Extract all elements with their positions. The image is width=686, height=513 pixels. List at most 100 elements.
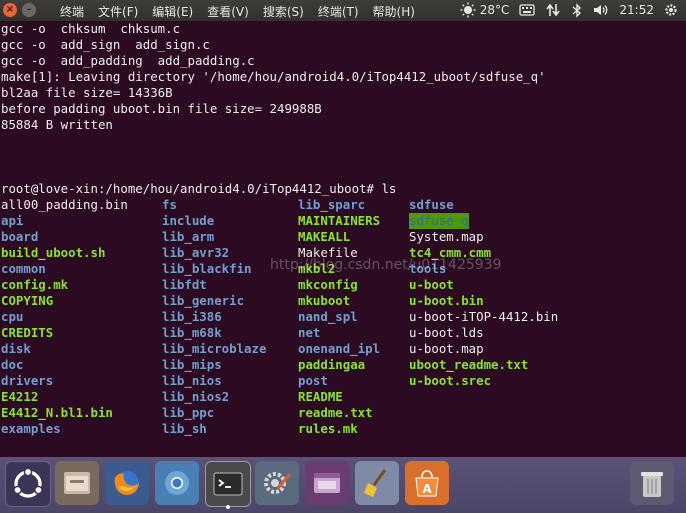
dock-system-settings-button[interactable] xyxy=(255,461,299,505)
ls-entry: lib_microblaze xyxy=(162,341,267,356)
menu-search[interactable]: 搜索(S) xyxy=(263,3,304,20)
menu-view[interactable]: 查看(V) xyxy=(207,3,249,20)
dock-ubuntu-button[interactable] xyxy=(5,461,51,507)
terminal-line: gcc -o add_sign add_sign.c xyxy=(1,37,210,52)
session-indicator[interactable] xyxy=(664,3,678,17)
ls-entry: config.mk xyxy=(1,277,69,292)
ls-entry: readme.txt xyxy=(298,405,373,420)
weather-sun-icon xyxy=(460,2,476,18)
keyboard-indicator[interactable] xyxy=(519,3,536,17)
ls-entry: board xyxy=(1,229,39,244)
ls-entry: E4212 xyxy=(1,389,39,404)
keyboard-icon xyxy=(519,4,536,16)
ls-entry: nand_spl xyxy=(298,309,358,324)
svg-text:A: A xyxy=(422,482,432,496)
terminal-line: 85884 B written xyxy=(1,117,113,132)
bluetooth-icon xyxy=(572,2,582,18)
ls-entry: mkuboot xyxy=(298,293,351,308)
launcher-dock: A xyxy=(0,457,686,513)
ls-entry: examples xyxy=(1,421,61,436)
terminal-line: bl2aa file size= 14336B xyxy=(1,85,173,100)
volume-icon xyxy=(594,5,608,15)
ls-entry: all00_padding.bin xyxy=(1,197,128,212)
ls-entry: sdfuse xyxy=(409,197,454,212)
ls-entry: sdfuse_q xyxy=(409,213,469,229)
power-gear-icon xyxy=(665,4,677,16)
terminal-line: gcc -o add_padding add_padding.c xyxy=(1,53,255,68)
ls-entry: uboot_readme.txt xyxy=(409,357,529,372)
dock-terminal-button[interactable] xyxy=(205,461,251,509)
window-controls: × – xyxy=(3,3,36,17)
menu-file[interactable]: 文件(F) xyxy=(98,3,138,20)
ls-entry: E4412_N.bl1.bin xyxy=(1,405,113,420)
chromium-icon xyxy=(165,471,189,495)
ls-entry: drivers xyxy=(1,373,54,388)
ls-entry: lib_nios xyxy=(162,373,222,388)
bluetooth-indicator[interactable] xyxy=(571,2,583,18)
ls-entry: lib_nios2 xyxy=(162,389,230,404)
dock-file-manager-button[interactable] xyxy=(55,461,99,505)
file-manager-icon xyxy=(64,472,90,494)
ls-entry: MAKEALL xyxy=(298,229,351,244)
menu-terminal[interactable]: 终端(T) xyxy=(318,3,359,20)
ls-entry: lib_sparc xyxy=(298,197,366,212)
weather-indicator[interactable]: 28°C xyxy=(459,2,510,18)
workspace-switcher-icon xyxy=(314,473,340,493)
ls-entry: lib_mips xyxy=(162,357,222,372)
ls-entry: lib_m68k xyxy=(162,325,222,340)
ls-entry: post xyxy=(298,373,328,388)
dock-workspace-switcher-button[interactable] xyxy=(305,461,349,505)
ls-entry: build_uboot.sh xyxy=(1,245,106,260)
ls-entry: CREDITS xyxy=(1,325,54,340)
dock-software-center-button[interactable]: A xyxy=(405,461,449,505)
ls-entry: COPYING xyxy=(1,293,54,308)
ls-entry: paddingaa xyxy=(298,357,366,372)
firefox-icon xyxy=(114,471,139,495)
menu-help[interactable]: 帮助(H) xyxy=(373,3,415,20)
ls-entry: lib_ppc xyxy=(162,405,215,420)
ls-entry: rules.mk xyxy=(298,421,358,436)
ls-entry: disk xyxy=(1,341,31,356)
system-settings-icon xyxy=(264,472,292,494)
bleachbit-icon xyxy=(364,469,387,497)
ls-entry: mkconfig xyxy=(298,277,358,292)
ls-entry: lib_sh xyxy=(162,421,207,436)
clock[interactable]: 21:52 xyxy=(619,3,654,17)
ls-entry: lib_avr32 xyxy=(162,245,230,260)
sound-indicator[interactable] xyxy=(593,3,609,17)
temperature-text: 28°C xyxy=(479,3,510,17)
ls-entry: u-boot.srec xyxy=(409,373,492,388)
network-indicator[interactable] xyxy=(545,3,561,17)
ls-entry: libfdt xyxy=(162,277,207,292)
ls-entry: MAINTAINERS xyxy=(298,213,381,228)
dock-firefox-button[interactable] xyxy=(105,461,149,505)
ls-entry: fs xyxy=(162,197,177,212)
ls-entry: README xyxy=(298,389,343,404)
top-menu-bar: × – 终端 文件(F) 编辑(E) 查看(V) 搜索(S) 终端(T) 帮助(… xyxy=(0,0,686,21)
ls-entry: lib_i386 xyxy=(162,309,222,324)
minimize-button[interactable]: – xyxy=(22,3,36,17)
terminal-line: make[1]: Leaving directory '/home/hou/an… xyxy=(1,69,546,84)
dock-trash-button[interactable] xyxy=(630,461,674,505)
terminal-window[interactable]: gcc -o chksum chksum.c gcc -o add_sign a… xyxy=(0,21,686,457)
terminal-line: before padding uboot.bin file size= 2499… xyxy=(1,101,322,116)
active-app-indicator xyxy=(226,505,230,509)
dock-chromium-button[interactable] xyxy=(155,461,199,505)
ls-entry: lib_blackfin xyxy=(162,261,252,276)
ls-entry: u-boot xyxy=(409,277,454,292)
ls-entry: u-boot-iTOP-4412.bin xyxy=(409,309,559,324)
terminal-icon xyxy=(213,472,243,496)
ls-entry: lib_generic xyxy=(162,293,245,308)
ls-entry: u-boot.map xyxy=(409,341,484,356)
menu-edit[interactable]: 编辑(E) xyxy=(152,3,193,20)
ls-entry: include xyxy=(162,213,215,228)
ls-entry: lib_arm xyxy=(162,229,215,244)
menu-app-name[interactable]: 终端 xyxy=(60,3,84,20)
ls-entry: System.map xyxy=(409,229,484,244)
ls-entry: doc xyxy=(1,357,24,372)
dock-bleachbit-button[interactable] xyxy=(355,461,399,505)
close-button[interactable]: × xyxy=(3,3,17,17)
ls-entry: api xyxy=(1,213,24,228)
ls-entry: u-boot.lds xyxy=(409,325,484,340)
terminal-line: gcc -o chksum chksum.c xyxy=(1,21,181,36)
